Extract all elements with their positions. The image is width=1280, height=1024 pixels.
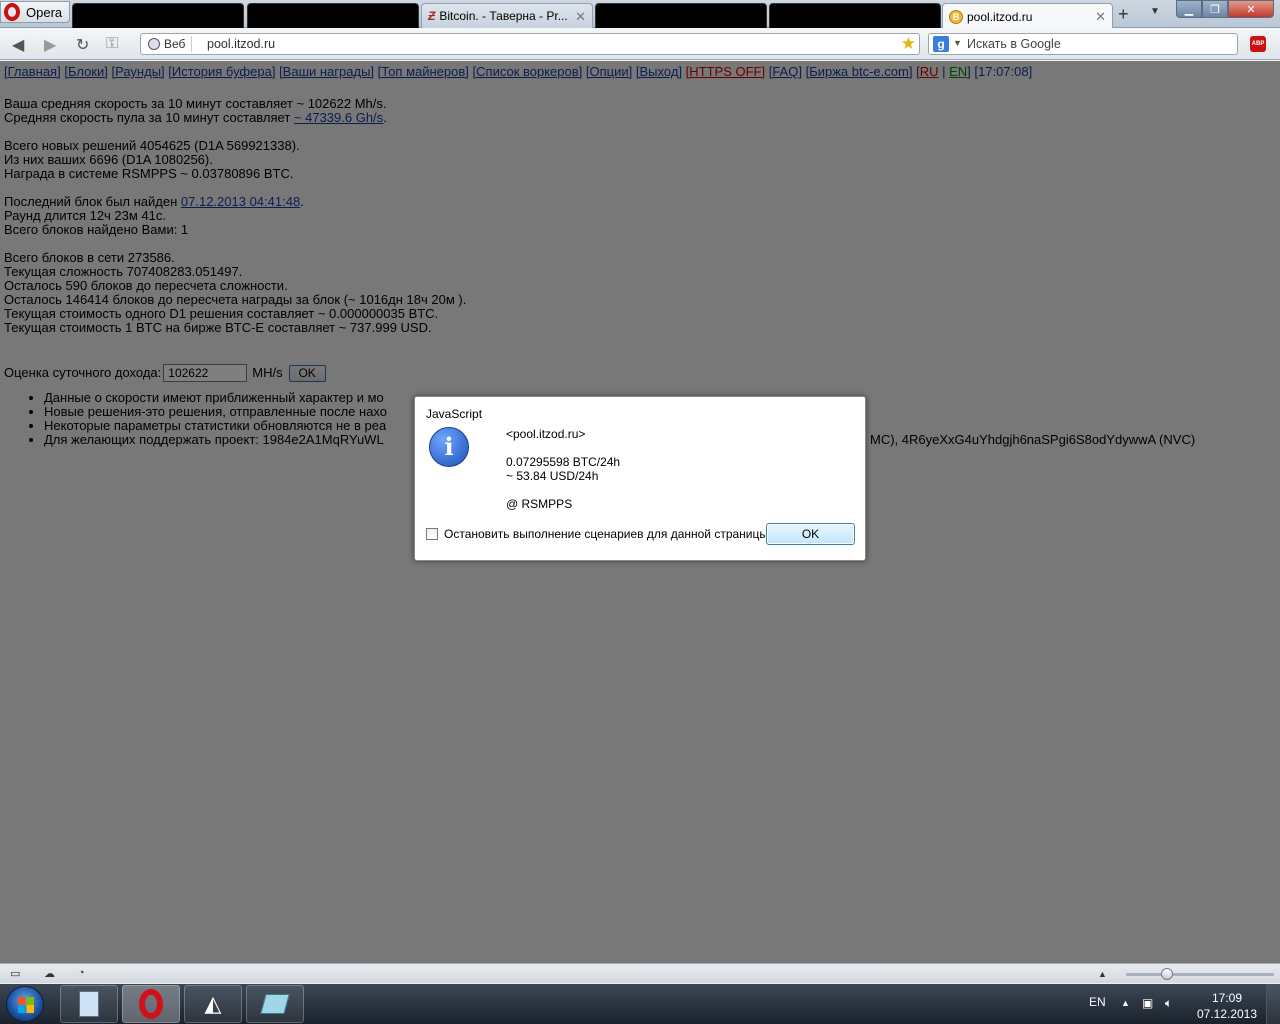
clock-date: 07.12.2013 bbox=[1196, 1007, 1258, 1021]
taskbar-foobar[interactable]: ◭ bbox=[184, 985, 242, 1023]
chevron-up-icon[interactable]: ▲ bbox=[1121, 998, 1130, 1008]
tab-label: Bitcoin. - Таверна - Pr... bbox=[439, 9, 568, 23]
status-bar: ▭ ☁ ◔ ▲ bbox=[0, 963, 1280, 983]
tab-redacted-3[interactable] bbox=[595, 3, 767, 28]
windows-logo-icon bbox=[18, 1005, 34, 1013]
back-arrow-icon[interactable]: ◀ bbox=[12, 35, 24, 55]
clock[interactable]: 17:09 07.12.2013 bbox=[1196, 990, 1258, 1022]
dialog-title: JavaScript bbox=[426, 407, 483, 421]
tab-redacted-1[interactable] bbox=[72, 3, 244, 28]
search-placeholder: Искать в Google bbox=[967, 37, 1061, 51]
dialog-line: ~ 53.84 USD/24h bbox=[506, 469, 599, 483]
start-button[interactable] bbox=[6, 986, 44, 1022]
google-icon[interactable]: g bbox=[933, 36, 949, 52]
cloud-icon[interactable]: ☁ bbox=[44, 967, 55, 980]
key-icon[interactable]: ⚿ bbox=[106, 35, 118, 53]
volume-icon[interactable]: 🔈︎ bbox=[1165, 996, 1172, 1011]
opera-menu-button[interactable]: Opera bbox=[0, 1, 70, 23]
globe-icon bbox=[148, 38, 160, 50]
stop-scripts-checkbox[interactable] bbox=[426, 528, 438, 540]
web-badge[interactable]: Веб bbox=[144, 36, 193, 52]
taskbar-notepad[interactable] bbox=[246, 985, 304, 1023]
opera-logo-icon bbox=[4, 3, 20, 21]
tab-redacted-4[interactable] bbox=[769, 3, 941, 28]
minimize-button[interactable]: ▁ bbox=[1176, 0, 1202, 18]
show-desktop-button[interactable] bbox=[1266, 984, 1280, 1024]
dialog-message: <pool.itzod.ru> 0.07295598 BTC/24h ~ 53.… bbox=[506, 427, 620, 511]
javascript-alert-dialog: JavaScript i <pool.itzod.ru> 0.07295598 … bbox=[414, 396, 866, 561]
close-icon[interactable]: ✕ bbox=[575, 9, 586, 25]
tab-pool-itzod[interactable]: B pool.itzod.ru ✕ bbox=[942, 3, 1113, 29]
adblock-icon[interactable]: ABP bbox=[1250, 36, 1266, 52]
info-icon: i bbox=[429, 427, 469, 467]
zoom-slider[interactable] bbox=[1126, 973, 1274, 976]
web-badge-label: Веб bbox=[164, 37, 186, 51]
panel-toggle-icon[interactable]: ▭ bbox=[10, 967, 20, 980]
chevron-up-icon[interactable]: ▲ bbox=[1098, 969, 1107, 979]
fox-icon: ◭ bbox=[204, 991, 222, 1016]
search-field[interactable]: g ▼ Искать в Google bbox=[928, 33, 1238, 55]
reload-icon[interactable]: ↻ bbox=[76, 35, 89, 55]
tab-redacted-2[interactable] bbox=[247, 3, 419, 28]
address-toolbar: ◀ ▶ ↻ ⚿ Веб pool.itzod.ru ★ g ▼ Искать в… bbox=[0, 28, 1280, 60]
window-close-button[interactable]: ✕ bbox=[1228, 0, 1274, 18]
tab-bar: Opera Ƶ Bitcoin. - Таверна - Pr... ✕ B p… bbox=[0, 0, 1280, 29]
stop-scripts-label[interactable]: Остановить выполнение сценариев для данн… bbox=[444, 527, 768, 541]
tab-label: pool.itzod.ru bbox=[967, 9, 1033, 24]
dialog-line: @ RSMPPS bbox=[506, 497, 573, 511]
speed-dial-icon[interactable]: ◔ bbox=[78, 967, 85, 979]
chevron-down-icon[interactable]: ▼ bbox=[953, 38, 962, 48]
tab-bitcoin-taverna[interactable]: Ƶ Bitcoin. - Таверна - Pr... ✕ bbox=[421, 3, 593, 28]
opera-icon bbox=[139, 989, 163, 1019]
address-field[interactable]: Веб pool.itzod.ru ★ bbox=[140, 33, 920, 55]
dialog-line bbox=[506, 483, 620, 497]
dialog-line: 0.07295598 BTC/24h bbox=[506, 455, 621, 469]
network-icon[interactable]: ▣ bbox=[1142, 996, 1153, 1010]
close-icon[interactable]: ✕ bbox=[1095, 9, 1106, 25]
zoom-slider-handle[interactable] bbox=[1161, 968, 1173, 980]
calculator-icon bbox=[79, 991, 99, 1017]
notepad-icon bbox=[260, 994, 290, 1014]
dialog-ok-button[interactable]: OK bbox=[766, 523, 855, 545]
taverna-favicon-icon: Ƶ bbox=[428, 9, 436, 23]
dialog-line bbox=[506, 441, 620, 455]
chevron-down-icon[interactable]: ▼ bbox=[1150, 6, 1160, 17]
bitcoin-favicon-icon: B bbox=[949, 9, 963, 24]
taskbar: ◭ EN ▲ ▣ 🔈︎ 17:09 07.12.2013 bbox=[0, 984, 1280, 1024]
clock-time: 17:09 bbox=[1211, 991, 1243, 1005]
taskbar-calculator[interactable] bbox=[60, 985, 118, 1023]
taskbar-opera[interactable] bbox=[122, 985, 180, 1023]
dialog-line: <pool.itzod.ru> bbox=[506, 427, 586, 441]
maximize-button[interactable]: ❐ bbox=[1202, 0, 1228, 18]
input-language[interactable]: EN bbox=[1089, 995, 1106, 1009]
opera-menu-label: Opera bbox=[26, 4, 63, 20]
url-text[interactable]: pool.itzod.ru bbox=[207, 37, 275, 51]
new-tab-plus-icon[interactable]: + bbox=[1118, 4, 1129, 25]
star-bookmark-icon[interactable]: ★ bbox=[901, 34, 916, 54]
forward-arrow-icon[interactable]: ▶ bbox=[44, 35, 56, 55]
